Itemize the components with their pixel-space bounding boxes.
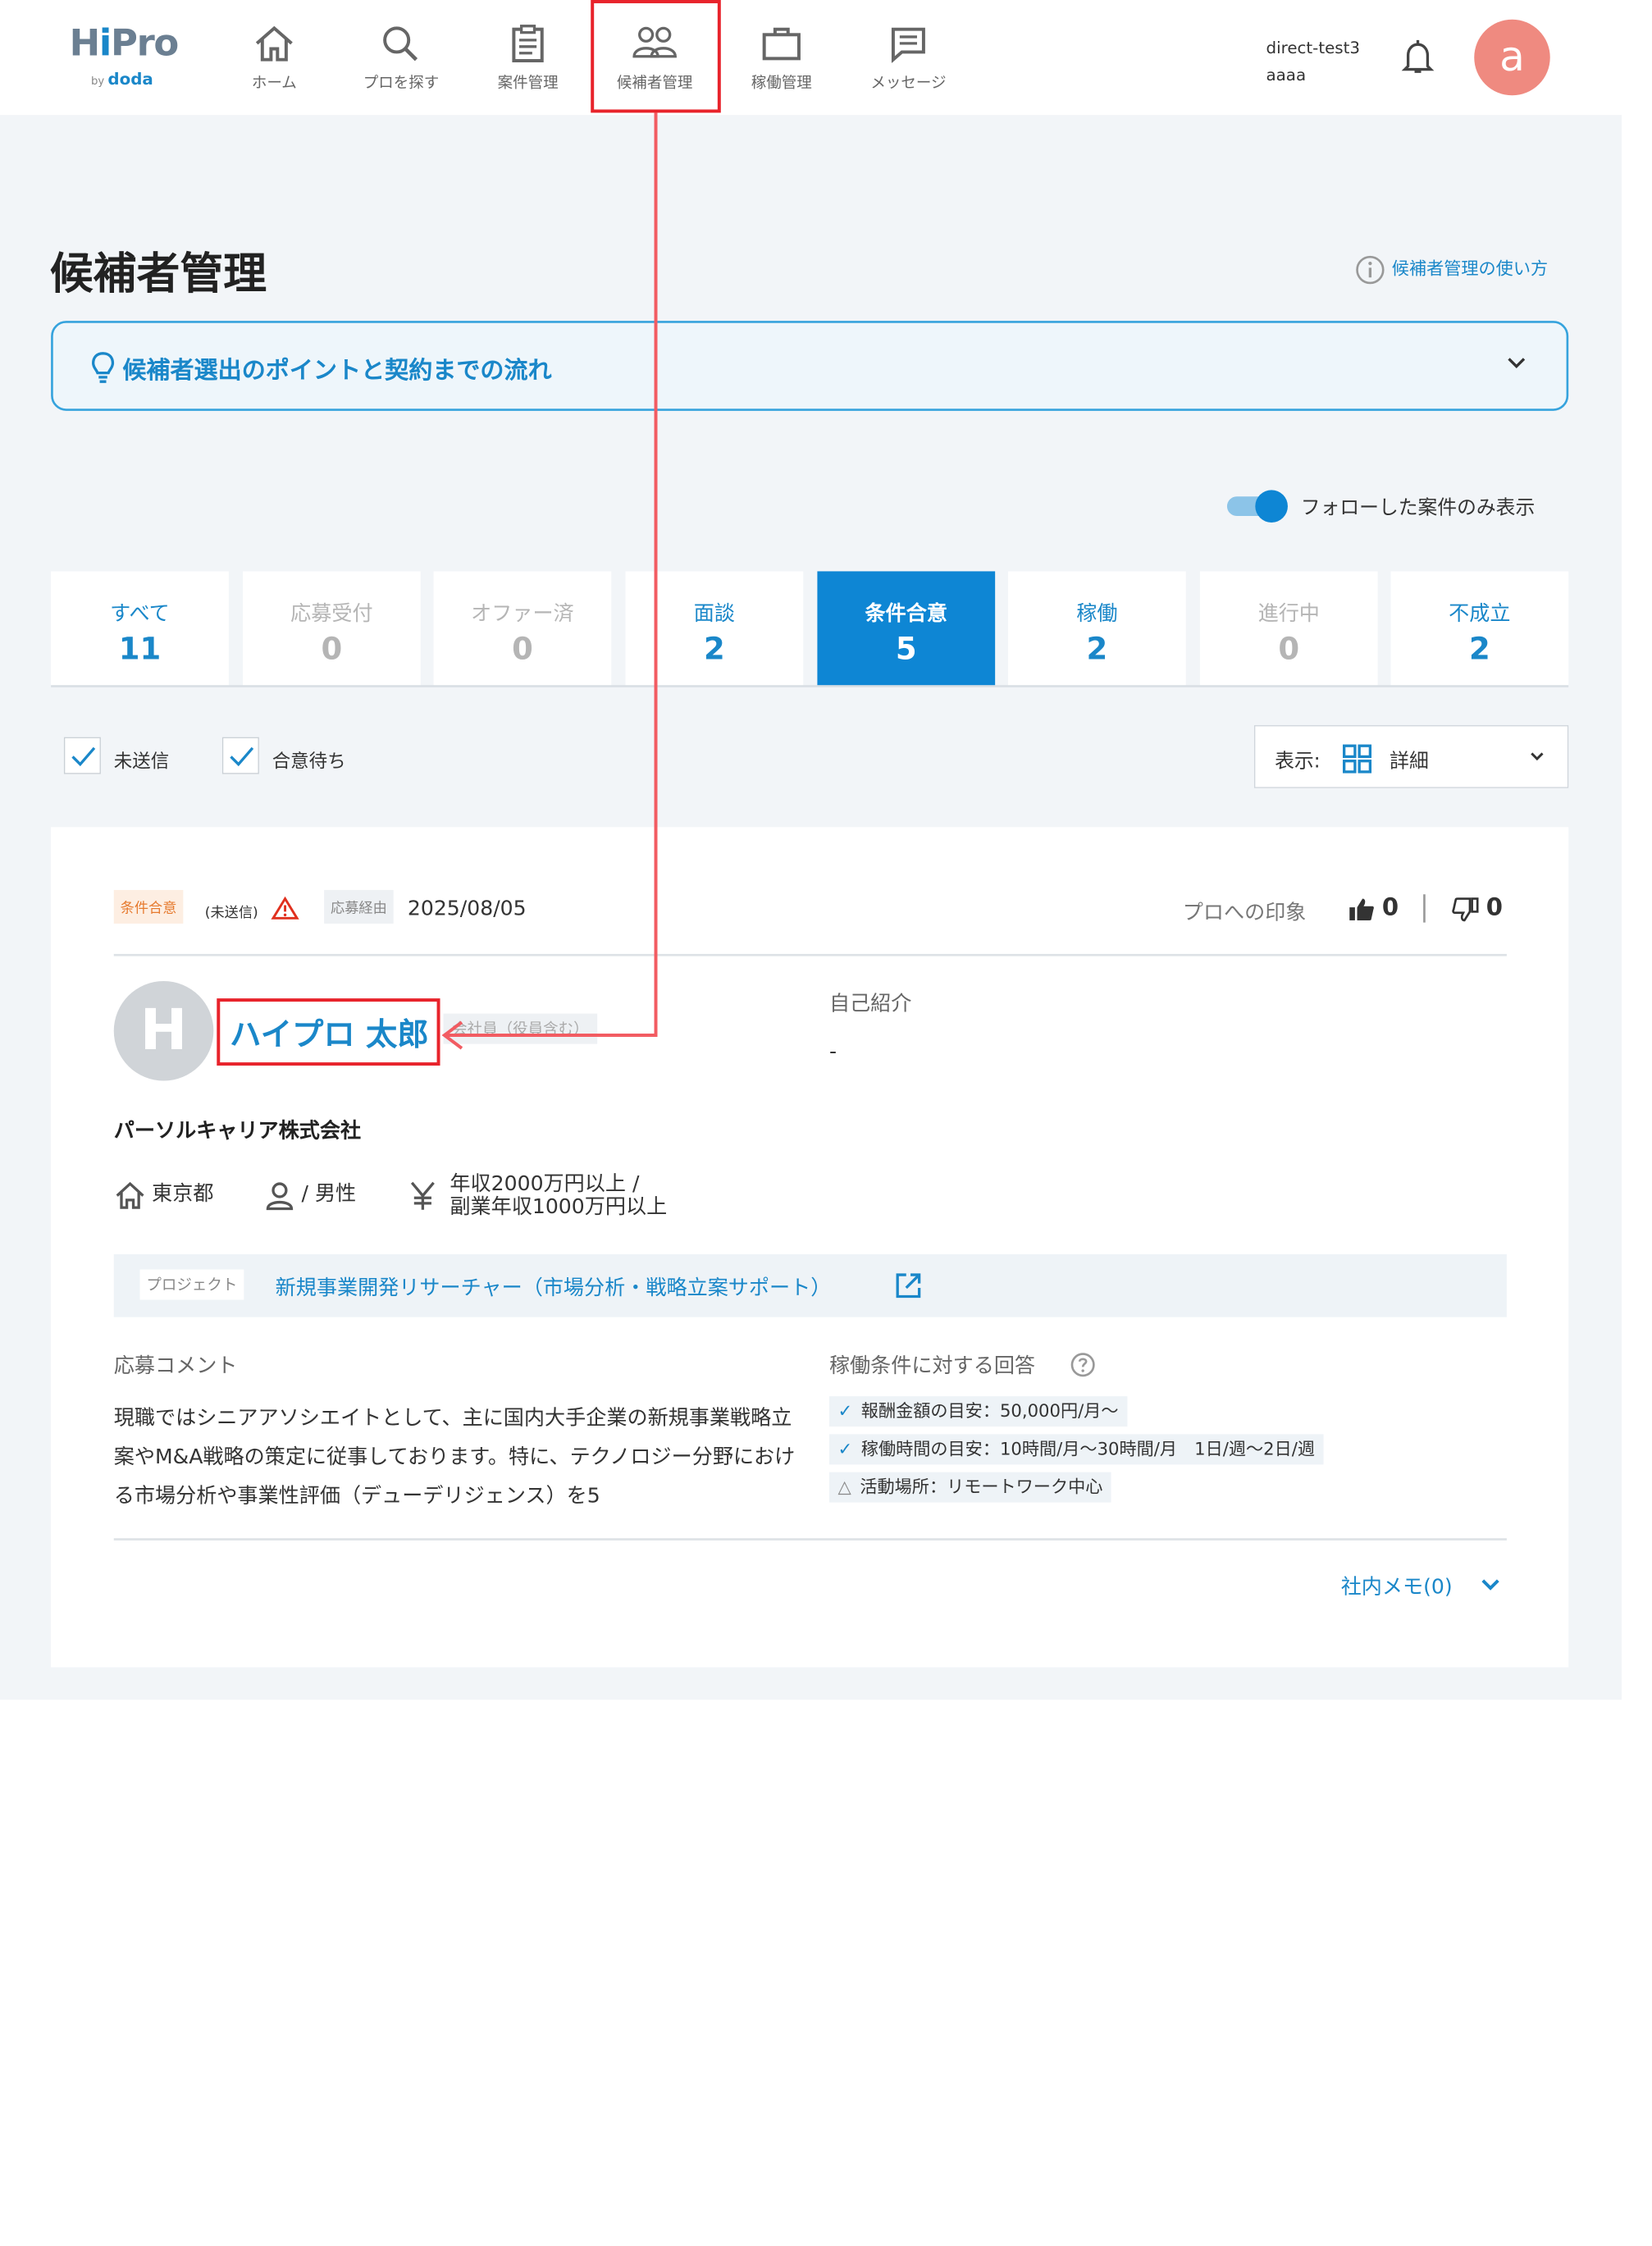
screen: HiPro by doda ホーム プロを探す 案件管理 候補者管理 稼働管理 … [0,0,1652,2246]
annotation-arrow [441,112,658,1050]
